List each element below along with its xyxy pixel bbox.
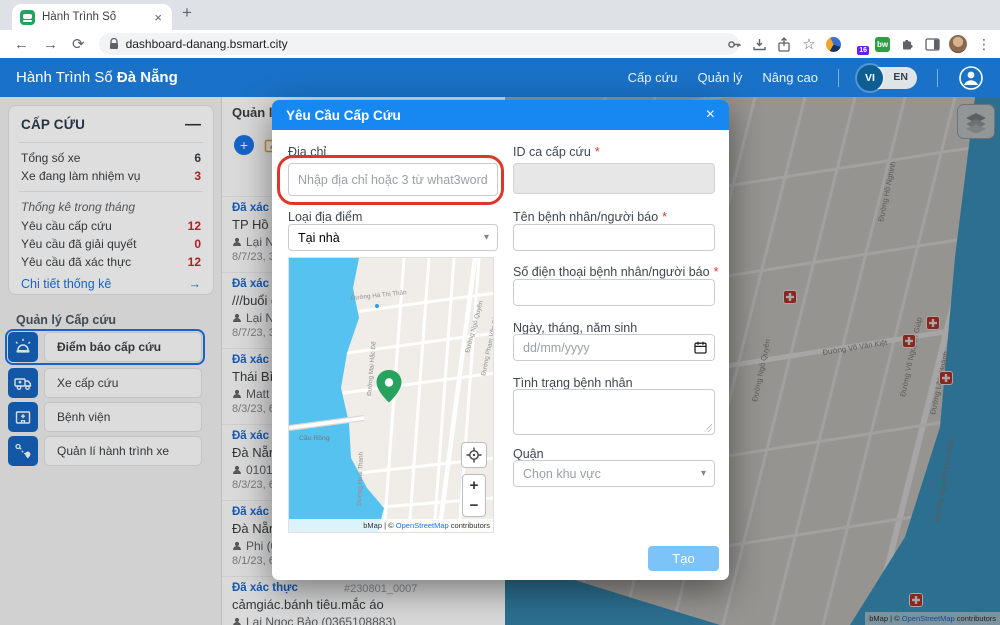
create-button[interactable]: Tạo [648,546,719,571]
forward-icon[interactable]: → [43,37,58,52]
toolbar-right-icons: ☆ 16 bw ⋮ [726,33,992,55]
street-label: Cầu Rồng [299,433,330,442]
modal-header: Yêu Cầu Cấp Cứu × [272,100,729,130]
address-label: Địa chỉ [288,145,326,159]
new-tab-button[interactable]: + [182,3,192,23]
browser-tab-strip: Hành Trình Số × + [0,0,1000,30]
main-area: Đường Võ Nguyên Giáp Đường Võ Văn Kiệt Đ… [0,97,1000,625]
browser-tab[interactable]: Hành Trình Số × [12,4,172,30]
zoom-out-button[interactable]: − [462,495,486,517]
location-type-value: Tại nhà [298,231,340,245]
osm-link[interactable]: OpenStreetMap [396,521,449,530]
phone-label: Số điện thoại bệnh nhân/người báo * [513,265,718,279]
extension-3-icon[interactable]: bw [875,37,890,52]
nav-divider [838,69,839,87]
extension-2-badge: 16 [857,46,869,55]
case-id-label-text: ID ca cấp cứu [513,145,591,159]
user-avatar-icon[interactable] [958,65,984,91]
url-bar[interactable]: dashboard-danang.bsmart.city [99,33,739,55]
nav-nang-cao[interactable]: Nâng cao [762,70,818,85]
app-favicon-icon [20,10,35,25]
back-icon[interactable]: ← [14,37,29,52]
extension-1-icon[interactable] [826,37,841,52]
required-mark: * [662,210,667,224]
tab-close-icon[interactable]: × [152,10,164,25]
district-label: Quận [513,447,544,461]
url-text: dashboard-danang.bsmart.city [126,37,288,51]
save-address-icon[interactable] [751,36,767,52]
map-attribution: bMap | © OpenStreetMap contributors [289,519,493,532]
required-mark: * [714,265,719,279]
brand-text: Hành Trình Số [16,69,117,86]
browser-toolbar: ← → ⟳ dashboard-danang.bsmart.city ☆ 16 … [0,30,1000,58]
language-en[interactable]: EN [893,71,908,83]
emergency-request-modal: Yêu Cầu Cấp Cứu × Địa chỉ Loại địa điểm … [272,100,729,580]
chevron-down-icon: ▾ [484,232,489,243]
patient-name-label: Tên bệnh nhân/người báo * [513,210,667,224]
nav-divider-2 [937,69,938,87]
extension-2-icon[interactable]: 16 [850,36,866,52]
brand-city: Đà Nẵng [117,69,178,86]
attr-suffix: contributors [449,521,490,530]
chevron-down-icon: ▾ [701,468,706,479]
case-id-label: ID ca cấp cứu * [513,145,600,159]
profile-avatar[interactable] [949,35,967,53]
dob-input[interactable] [513,334,715,361]
nav-cap-cuu[interactable]: Cấp cứu [628,70,678,85]
phone-label-text: Số điện thoại bệnh nhân/người báo [513,265,710,279]
locate-icon [466,447,482,463]
modal-close-icon[interactable]: × [706,106,715,124]
district-placeholder: Chọn khu vực [523,467,601,481]
app-brand: Hành Trình Số Đà Nẵng [16,69,178,86]
screen: Hành Trình Số × + ← → ⟳ dashboard-danang… [0,0,1000,625]
lock-icon [109,38,119,50]
zoom-in-button[interactable]: + [462,474,486,496]
modal-title: Yêu Cầu Cấp Cứu [286,108,706,123]
password-key-icon[interactable] [726,36,742,52]
condition-textarea[interactable] [513,389,715,435]
side-panel-icon[interactable] [924,36,940,52]
calendar-icon[interactable] [694,341,707,359]
reload-icon[interactable]: ⟳ [72,37,85,52]
patient-name-label-text: Tên bệnh nhân/người báo [513,210,658,224]
phone-input[interactable] [513,279,715,306]
tab-title: Hành Trình Số [42,11,152,23]
locate-button[interactable] [461,442,487,468]
dob-label: Ngày, tháng, năm sinh [513,321,637,335]
district-select[interactable]: Chọn khu vực ▾ [513,460,715,487]
resize-grip[interactable] [704,424,712,432]
menu-overflow-icon[interactable]: ⋮ [976,36,992,52]
attr-prefix: bMap | © [363,521,396,530]
nav-quan-ly[interactable]: Quản lý [698,70,743,85]
location-map[interactable]: Đường Hà Thị Thân Đường Ngô Quyền Cầu Rồ… [288,257,494,533]
app-header: Hành Trình Số Đà Nẵng Cấp cứu Quản lý Nâ… [0,58,1000,97]
location-type-select[interactable]: Tại nhà ▾ [288,224,498,251]
bookmark-star-icon[interactable]: ☆ [801,36,817,52]
language-vi[interactable]: VI [857,65,883,91]
extensions-puzzle-icon[interactable] [899,36,915,52]
header-nav: Cấp cứu Quản lý Nâng cao VI EN [628,65,984,91]
required-mark: * [595,145,600,159]
condition-label: Tình trạng bệnh nhân [513,376,633,390]
location-type-label: Loại địa điểm [288,210,362,224]
language-toggle[interactable]: VI EN [859,67,917,89]
dob-field[interactable] [513,334,715,361]
share-icon[interactable] [776,36,792,52]
case-id-input [513,163,715,194]
patient-name-input[interactable] [513,224,715,251]
address-input[interactable] [288,163,498,196]
